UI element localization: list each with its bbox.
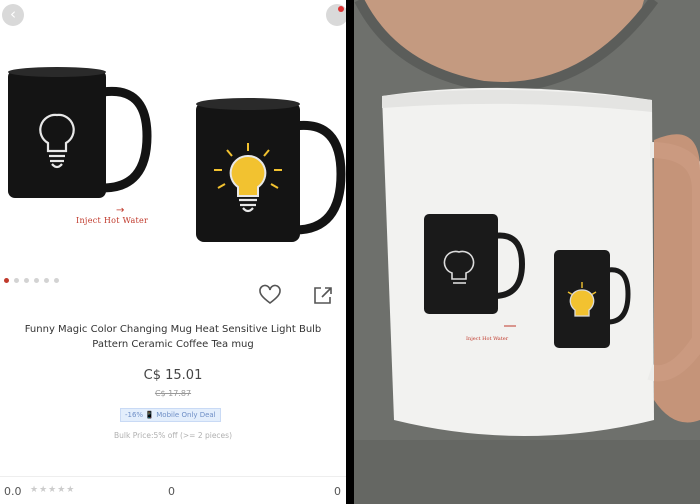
cold-mug-image bbox=[8, 67, 152, 198]
arrow-right-icon: → bbox=[116, 205, 125, 216]
product-image-gallery[interactable] bbox=[0, 40, 346, 270]
pager-dot[interactable] bbox=[14, 278, 19, 283]
pager-dot[interactable] bbox=[24, 278, 29, 283]
hot-mug-image bbox=[196, 98, 346, 242]
original-price: C$ 17.87 bbox=[154, 389, 192, 398]
product-title-line: Funny Magic Color Changing Mug Heat Sens… bbox=[24, 324, 322, 335]
review-count[interactable]: 0 bbox=[334, 485, 341, 498]
product-title: Funny Magic Color Changing Mug Heat Sens… bbox=[10, 322, 336, 352]
rating-value: 0.0 bbox=[4, 485, 22, 498]
pager-dot[interactable] bbox=[54, 278, 59, 283]
deal-badge: -16% 📱 Mobile Only Deal bbox=[120, 408, 221, 422]
product-price: C$ 15.01 bbox=[143, 368, 203, 383]
chevron-left-icon[interactable]: ‹ bbox=[2, 4, 24, 26]
divider bbox=[346, 0, 354, 504]
bulk-price-note: Bulk Price:5% off (>= 2 pieces) bbox=[113, 431, 233, 440]
product-image bbox=[8, 67, 346, 242]
product-page: ‹ → Inject Hot Water Funny Magic Color C… bbox=[0, 0, 346, 504]
printed-caption: Inject Hot Water bbox=[466, 336, 509, 342]
product-title-line: Pattern Ceramic Coffee Tea mug bbox=[92, 339, 254, 350]
order-count[interactable]: 0 bbox=[168, 485, 175, 498]
pager-dot[interactable] bbox=[44, 278, 49, 283]
image-caption: Inject Hot Water bbox=[76, 216, 149, 225]
notification-dot bbox=[338, 6, 344, 12]
share-icon[interactable] bbox=[312, 284, 334, 306]
received-mug-photo: Inject Hot Water bbox=[354, 0, 700, 504]
photo-image: Inject Hot Water bbox=[354, 0, 700, 504]
pager-dot[interactable] bbox=[4, 278, 9, 283]
heart-icon[interactable] bbox=[258, 284, 282, 306]
rating-stars: ★★★★★ bbox=[30, 485, 76, 495]
product-stats: 0.0 ★★★★★ 0 0 bbox=[0, 476, 346, 504]
pager-dot[interactable] bbox=[34, 278, 39, 283]
